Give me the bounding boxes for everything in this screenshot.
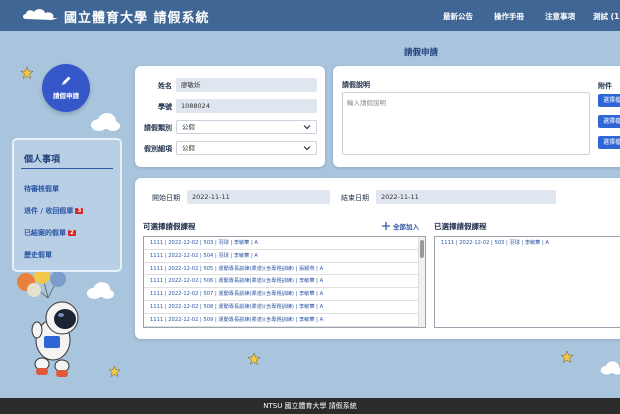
selected-courses-list[interactable]: 1111 | 2022-12-02 | 503 | 羽球 | 李敏華 | A (434, 236, 620, 328)
attachment-title: 附件 (598, 82, 612, 90)
star-icon (21, 67, 33, 79)
star-icon (109, 366, 120, 377)
count-badge: 3 (75, 208, 84, 214)
top-bar: 國立體育大學 請假系統 最新公告 操作手冊 注意事項 測試 (12 (0, 0, 620, 31)
leave-detail-label: 假別細項 (144, 145, 172, 153)
student-id-label: 學號 (158, 103, 172, 111)
star-icon (561, 351, 573, 363)
available-courses-title: 可選擇請假課程 (143, 222, 196, 231)
sidebar-item-history[interactable]: 歷史假單 (24, 250, 52, 260)
leave-category-label: 請假類別 (144, 124, 172, 132)
pencil-icon (62, 76, 71, 85)
nav-manual[interactable]: 操作手冊 (494, 11, 524, 22)
start-date-field[interactable]: 2022-11-11 (187, 190, 330, 204)
choose-file-button[interactable]: 選擇檔案 (598, 115, 620, 128)
list-item[interactable]: 1111 | 2022-12-02 | 506 | 運動專長訓練(柔道)(含專題… (144, 275, 425, 289)
nav-user[interactable]: 測試 (12 (593, 11, 620, 22)
panel-divider (21, 168, 113, 169)
nav-announcements[interactable]: 最新公告 (443, 11, 473, 22)
scrollbar[interactable] (418, 237, 425, 327)
sidebar-item-label: 歷史假單 (24, 251, 52, 259)
chevron-down-icon (303, 125, 311, 130)
list-item[interactable]: 1111 | 2022-12-02 | 504 | 羽球 | 李敏華 | A (144, 250, 425, 263)
sidebar-item-closed[interactable]: 已結案的假單 2 (24, 228, 76, 238)
list-item[interactable]: 1111 | 2022-12-02 | 503 | 羽球 | 李敏華 | A (435, 237, 620, 250)
choose-file-button[interactable]: 選擇檔案 (598, 94, 620, 107)
footer: NTSU 國立體育大學 請假系統 (0, 398, 620, 414)
start-date-label: 開始日期 (152, 194, 180, 202)
scrollbar-thumb[interactable] (420, 240, 424, 258)
sidebar-item-pending[interactable]: 待審核假單 (24, 184, 59, 194)
leave-category-value: 公假 (182, 123, 195, 131)
name-label: 姓名 (158, 82, 172, 90)
reason-title: 請假說明 (342, 81, 370, 89)
leave-category-select[interactable]: 公假 (176, 120, 317, 134)
end-date-field[interactable]: 2022-11-11 (376, 190, 556, 204)
leave-detail-value: 公假 (182, 144, 195, 152)
name-field[interactable]: 廖敏炘 (176, 78, 317, 92)
app-title[interactable]: 國立體育大學 請假系統 (64, 7, 210, 26)
personal-panel: 個人事項 待審核假單 退件 / 收回假單 3 已結案的假單 2 歷史假單 (12, 138, 122, 272)
panel-title: 個人事項 (24, 155, 61, 165)
astronaut-illustration (17, 268, 79, 377)
list-item[interactable]: 1111 | 2022-12-02 | 508 | 運動專長訓練(柔道)(含專題… (144, 301, 425, 314)
selected-courses-title: 已選擇請假課程 (434, 222, 487, 231)
choose-file-button[interactable]: 選擇檔案 (598, 136, 620, 149)
cloud-icon (91, 113, 120, 131)
student-id-field[interactable]: 1088024 (176, 99, 317, 113)
list-item[interactable]: 1111 | 2022-12-02 | 505 | 運動專長訓練(柔道)(含專題… (144, 263, 425, 276)
add-all-button[interactable]: 全部加入 (382, 221, 419, 231)
sidebar-item-label: 退件 / 收回假單 (24, 207, 74, 215)
student-info-card: 姓名 廖敏炘 學號 1088024 請假類別 公假 假別細項 公假 (135, 66, 325, 167)
chevron-down-icon (303, 146, 311, 151)
leave-detail-select[interactable]: 公假 (176, 141, 317, 155)
count-badge: 2 (68, 230, 76, 236)
list-item[interactable]: 1111 | 2022-12-02 | 503 | 羽球 | 李敏華 | A (144, 237, 425, 250)
reason-textarea[interactable]: 輸入請假說明 (342, 92, 590, 155)
apply-leave-button[interactable]: 請假申請 (42, 64, 90, 112)
nav-notes[interactable]: 注意事項 (545, 11, 575, 22)
sidebar-item-label: 已結案的假單 (24, 229, 66, 237)
sidebar-item-label: 待審核假單 (24, 185, 59, 193)
cloud-icon (600, 361, 620, 375)
cloud-logo-icon (23, 9, 58, 20)
star-icon (248, 353, 260, 365)
end-date-label: 結束日期 (341, 194, 369, 202)
plus-icon (382, 222, 390, 230)
list-item[interactable]: 1111 | 2022-12-02 | 507 | 運動專長訓練(柔道)(含專題… (144, 288, 425, 301)
list-item[interactable]: 1111 | 2022-12-02 | 509 | 運動專長訓練(柔道)(含專題… (144, 314, 425, 327)
sidebar-item-returned[interactable]: 退件 / 收回假單 3 (24, 206, 84, 216)
page-title: 請假申請 (404, 48, 439, 58)
available-courses-list[interactable]: 1111 | 2022-12-02 | 503 | 羽球 | 李敏華 | A 1… (143, 236, 426, 328)
apply-leave-label: 請假申請 (53, 92, 79, 100)
add-all-label: 全部加入 (393, 223, 419, 231)
